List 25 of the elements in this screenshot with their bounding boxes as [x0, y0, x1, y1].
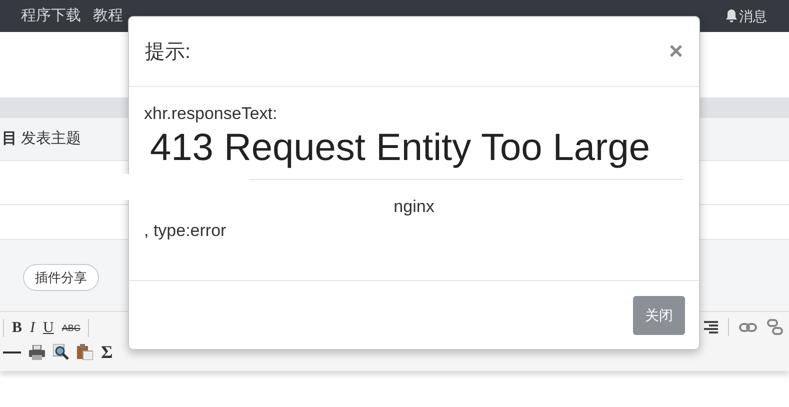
bell-icon[interactable] [725, 9, 738, 23]
nav-link[interactable]: 教程 [93, 4, 123, 28]
dialog-title: 提示: [145, 40, 191, 64]
paste-icon[interactable] [77, 344, 93, 360]
response-label: xhr.responseText: [144, 103, 278, 125]
format-button[interactable]: I [30, 320, 36, 336]
preview-icon[interactable] [53, 344, 69, 360]
page-heading: 发表主题 [21, 128, 81, 149]
format-button[interactable]: B [12, 320, 22, 336]
server-name: nginx [392, 196, 436, 218]
format-button[interactable]: U [43, 320, 54, 336]
error-heading: 413 Request Entity Too Large [149, 126, 651, 171]
notifications-link[interactable]: 消息 [739, 6, 767, 26]
close-button[interactable]: × [668, 40, 683, 64]
horizontal-rule-icon[interactable] [3, 350, 21, 354]
link-icon[interactable] [739, 322, 757, 332]
print-icon[interactable] [29, 344, 45, 360]
unlink-icon[interactable] [767, 319, 783, 335]
align-right-icon[interactable] [704, 320, 718, 334]
sum-button[interactable]: Σ [101, 343, 113, 361]
nav-link[interactable]: 程序下载 [21, 4, 81, 28]
tag-button[interactable]: 插件分享 [23, 264, 99, 292]
format-button[interactable]: ABC [62, 324, 80, 332]
error-type: , type:error [144, 220, 228, 242]
breadcrumb-link[interactable]: 目 [2, 128, 17, 150]
